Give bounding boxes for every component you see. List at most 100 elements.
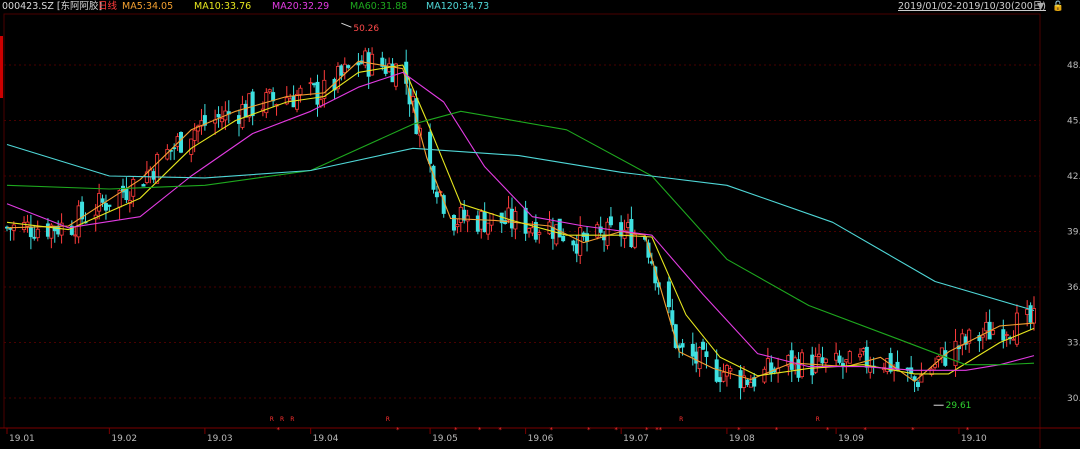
- event-marker[interactable]: R: [270, 416, 274, 423]
- candle-body: [608, 216, 613, 226]
- star-marker[interactable]: *: [775, 426, 779, 434]
- star-marker[interactable]: *: [645, 426, 649, 434]
- star-marker[interactable]: *: [277, 426, 281, 434]
- x-tick-label: 19.10: [961, 434, 987, 444]
- candle-body: [984, 321, 989, 332]
- y-tick-label: 39.: [1067, 228, 1080, 238]
- event-marker[interactable]: R: [280, 416, 284, 423]
- candle-body: [141, 184, 146, 187]
- candle-body: [960, 333, 965, 346]
- candle-body: [574, 243, 579, 254]
- candle-body: [837, 355, 842, 363]
- x-tick-label: 19.01: [9, 434, 35, 444]
- candle-body: [625, 222, 630, 228]
- candle-body: [243, 103, 248, 118]
- candle-body: [537, 232, 542, 235]
- star-marker[interactable]: *: [396, 426, 400, 434]
- candle-body: [554, 224, 559, 245]
- candle-body: [796, 359, 801, 378]
- star-marker[interactable]: *: [478, 426, 482, 434]
- candle-body: [748, 382, 753, 388]
- dropdown-icon[interactable]: ▼: [1037, 0, 1044, 14]
- candle-body: [295, 93, 300, 110]
- candle-body: [1025, 309, 1030, 315]
- star-marker[interactable]: *: [863, 426, 867, 434]
- period-label[interactable]: 日线: [98, 0, 117, 14]
- ma10-label: MA10:33.76: [194, 1, 252, 12]
- candle-body: [339, 65, 344, 76]
- lock-icon[interactable]: 🔓: [1052, 0, 1064, 14]
- candle-body: [346, 65, 351, 68]
- candle-body: [530, 227, 535, 234]
- high-pointer: [341, 22, 352, 28]
- candle-body: [455, 223, 460, 228]
- star-marker[interactable]: *: [614, 426, 618, 434]
- star-marker[interactable]: *: [498, 426, 502, 434]
- ma-line-ma60: [6, 110, 1035, 366]
- candle-body: [489, 213, 494, 226]
- candle-body: [690, 343, 695, 357]
- candle-body: [561, 235, 566, 242]
- plot-frame: [3, 13, 1041, 429]
- candle-body: [267, 89, 272, 93]
- candle-body: [523, 207, 528, 234]
- candle-body: [547, 221, 552, 235]
- star-marker[interactable]: *: [587, 426, 591, 434]
- candle-body: [342, 63, 347, 74]
- x-tick-label: 19.09: [838, 434, 864, 444]
- star-marker[interactable]: *: [911, 426, 915, 434]
- candle-body: [155, 154, 160, 184]
- candle-body: [100, 198, 105, 203]
- ma-line-ma10: [6, 64, 1035, 377]
- candle-body: [451, 214, 456, 231]
- chart-header: 000423.SZ [东阿阿胶] 日线 MA5:34.05 MA10:33.76…: [0, 0, 1080, 14]
- candle-body: [179, 132, 184, 153]
- x-tick-label: 19.03: [207, 434, 233, 444]
- star-marker[interactable]: *: [550, 426, 554, 434]
- candle-body: [847, 351, 852, 364]
- y-tick-label: 48.: [1067, 61, 1080, 71]
- candle-body: [288, 98, 293, 102]
- low-annotation: 29.61: [946, 401, 972, 411]
- price-chart[interactable]: 48. 45. 42. 39. 36. 33. 30. 19.01 19.02 19.03 19.0…: [0, 0, 1080, 449]
- candle-body: [745, 379, 750, 386]
- event-marker[interactable]: R: [816, 416, 820, 423]
- candle-body: [482, 211, 487, 233]
- candle-body: [571, 240, 576, 246]
- event-marker[interactable]: R: [290, 416, 294, 423]
- candle-body: [1001, 329, 1006, 341]
- candle-body: [356, 62, 361, 66]
- star-marker[interactable]: *: [659, 426, 663, 434]
- side-marker: [0, 36, 3, 98]
- ma-line-ma5: [6, 60, 1035, 382]
- event-marker[interactable]: R: [679, 416, 683, 423]
- x-tick-label: 19.08: [729, 434, 755, 444]
- candle-body: [76, 205, 81, 238]
- y-tick-label: 36.: [1067, 283, 1080, 293]
- candle-body: [216, 114, 221, 118]
- event-marker[interactable]: R: [386, 416, 390, 423]
- candle-body: [991, 330, 996, 335]
- candle-body: [666, 281, 671, 308]
- ma5-label: MA5:34.05: [122, 1, 174, 12]
- date-range[interactable]: 2019/01/02-2019/10/30(200日): [898, 0, 1046, 14]
- candle-body: [465, 215, 470, 222]
- star-marker[interactable]: *: [826, 426, 830, 434]
- star-marker[interactable]: *: [454, 426, 458, 434]
- candle-body: [864, 346, 869, 368]
- candle-body: [103, 203, 108, 211]
- candle-body: [943, 350, 948, 366]
- star-marker[interactable]: *: [966, 426, 970, 434]
- candle-body: [728, 368, 733, 372]
- candle-body: [823, 358, 828, 363]
- candle-body: [953, 340, 958, 366]
- candle-body: [834, 352, 839, 361]
- candle-body: [35, 228, 40, 239]
- candle-body: [714, 359, 719, 382]
- ma20-label: MA20:32.29: [272, 1, 330, 12]
- candle-body: [73, 234, 78, 237]
- star-marker[interactable]: *: [737, 426, 741, 434]
- candle-body: [550, 227, 555, 239]
- candle-body: [240, 104, 245, 128]
- candle-body: [670, 310, 675, 325]
